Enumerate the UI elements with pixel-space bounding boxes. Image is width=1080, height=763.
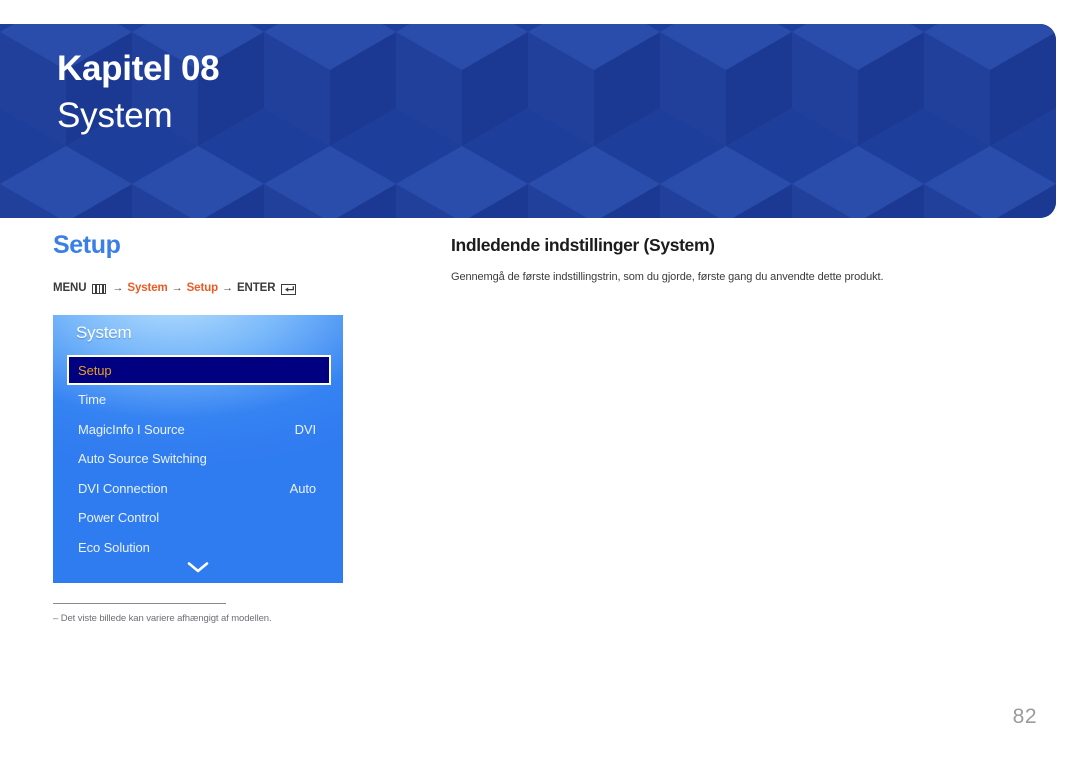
osd-item-label: Setup	[78, 362, 112, 378]
page-number: 82	[1012, 705, 1037, 728]
osd-item-power-control[interactable]: Power Control	[67, 503, 331, 533]
enter-return-icon	[281, 283, 297, 295]
osd-item-label: Auto Source Switching	[78, 451, 207, 467]
osd-item-setup[interactable]: Setup	[67, 355, 331, 385]
osd-item-value: DVI	[294, 421, 316, 437]
osd-item-label: MagicInfo I Source	[78, 421, 185, 437]
footnote-text: – Det viste billede kan variere afhængig…	[53, 613, 383, 624]
osd-menu-list: Setup Time MagicInfo I Source DVI Auto S…	[67, 355, 331, 562]
chapter-title: System	[57, 96, 173, 135]
osd-item-label: Power Control	[78, 510, 160, 526]
osd-item-dvi-connection[interactable]: DVI Connection Auto	[67, 474, 331, 504]
osd-item-auto-source-switching[interactable]: Auto Source Switching	[67, 444, 331, 474]
breadcrumb-arrow-1: →	[112, 282, 124, 294]
breadcrumb-step-setup: Setup	[186, 282, 219, 294]
content-body: Gennemgå de første indstillingstrin, som…	[451, 271, 884, 283]
right-column: Indledende indstillinger (System) Gennem…	[451, 234, 1031, 286]
osd-item-eco-solution[interactable]: Eco Solution	[67, 533, 331, 563]
osd-item-label: Time	[78, 392, 107, 408]
breadcrumb-arrow-2: →	[171, 282, 183, 294]
osd-item-label: DVI Connection	[78, 480, 168, 496]
footnote-divider	[53, 603, 226, 604]
chapter-header-banner: Kapitel 08 System	[0, 24, 1056, 218]
osd-panel-title: System	[76, 323, 132, 342]
osd-item-time[interactable]: Time	[67, 385, 331, 415]
osd-item-label: Eco Solution	[78, 539, 150, 555]
breadcrumb-enter-label: ENTER	[236, 282, 276, 294]
breadcrumb-menu-label: MENU	[53, 282, 87, 294]
footnote-block: – Det viste billede kan variere afhængig…	[53, 603, 383, 624]
footnote-body: Det viste billede kan variere afhængigt …	[60, 613, 272, 624]
breadcrumb-arrow-3: →	[222, 282, 233, 294]
menu-bars-icon	[92, 284, 107, 294]
header-text-group: Kapitel 08 System	[57, 46, 220, 140]
osd-item-value: Auto	[289, 480, 316, 496]
osd-item-magicinfo-i-source[interactable]: MagicInfo I Source DVI	[67, 415, 331, 445]
content-heading: Indledende indstillinger (System)	[451, 235, 715, 255]
footnote-dash: –	[53, 613, 59, 624]
osd-menu-panel: System Setup Time MagicInfo I Source DVI…	[53, 315, 343, 583]
left-column: Setup MENU → System → Setup → ENTER	[53, 230, 423, 312]
chapter-label: Kapitel 08	[57, 49, 220, 88]
breadcrumb: MENU → System → Setup → ENTER	[53, 282, 423, 295]
chevron-down-icon[interactable]	[53, 560, 343, 574]
breadcrumb-step-system: System	[127, 282, 168, 294]
page-title: Setup	[53, 231, 121, 259]
